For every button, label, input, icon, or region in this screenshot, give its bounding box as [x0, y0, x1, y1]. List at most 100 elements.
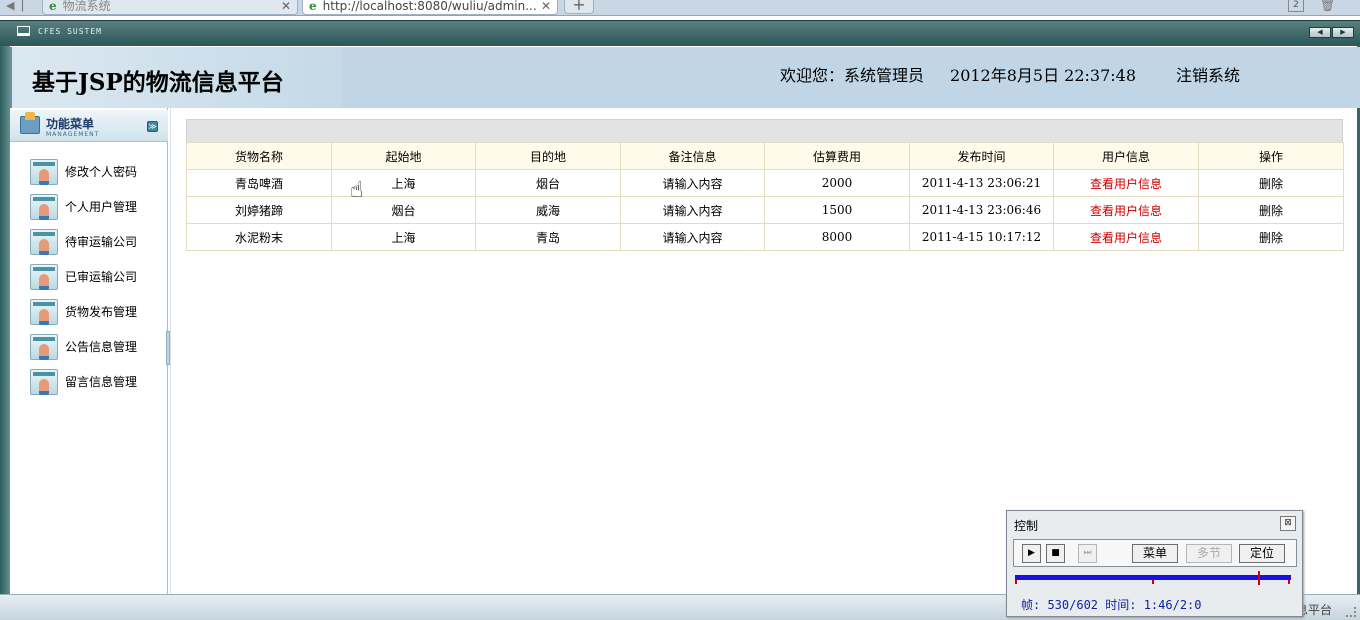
cell-action: 删除	[1198, 223, 1344, 251]
sidebar-item-cargo-posting[interactable]: 货物发布管理	[10, 294, 168, 329]
delete-link[interactable]: 删除	[1259, 231, 1283, 245]
sidebar-item-pending-companies[interactable]: 待审运输公司	[10, 224, 168, 259]
sidebar-item-label: 已审运输公司	[65, 270, 138, 284]
view-user-link[interactable]: 查看用户信息	[1090, 177, 1162, 191]
stop-icon[interactable]: ■	[1046, 544, 1065, 563]
cell-note: 请输入内容	[620, 223, 765, 251]
system-bar: CFES SUSTEM ◀ ▶	[0, 20, 1360, 46]
trash-icon[interactable]: 🗑	[1320, 0, 1335, 11]
progress-tick	[1288, 580, 1290, 584]
user-card-icon	[30, 263, 58, 290]
tab-count-badge[interactable]: 2	[1288, 0, 1304, 12]
system-brand: CFES SUSTEM	[38, 27, 102, 36]
cell-user: 查看用户信息	[1053, 196, 1199, 224]
cell-user: 查看用户信息	[1053, 169, 1199, 197]
menu-title: 功能菜单	[46, 117, 95, 131]
column-header: 操作	[1198, 142, 1344, 170]
cell-to: 烟台	[475, 169, 621, 197]
close-tab-icon[interactable]: ✕	[281, 0, 291, 12]
control-toolbar: ▶ ■ ⏭ 菜单 多节 定位	[1013, 539, 1297, 567]
control-title: 控制	[1014, 519, 1039, 533]
user-card-icon	[30, 158, 58, 185]
user-info: 欢迎您：系统管理员 2012年8月5日 22:37:48	[780, 62, 1162, 86]
browser-tab-2[interactable]: e http://localhost:8080/wuliu/admin... ✕	[302, 0, 558, 15]
browser-tab-label: 物流系统	[62, 0, 111, 13]
collapse-toggle-icon[interactable]: ≫	[147, 121, 158, 132]
resize-grip-icon[interactable]	[1346, 607, 1356, 617]
grid-caption-bar	[186, 119, 1343, 143]
ie-icon: e	[49, 0, 57, 13]
cell-from: 上海	[331, 223, 476, 251]
cell-name: 青岛啤酒	[186, 169, 332, 197]
column-header: 备注信息	[620, 142, 765, 170]
cell-time: 2011-4-13 23:06:46	[909, 196, 1054, 224]
playback-progress[interactable]	[1015, 571, 1291, 585]
cell-note: 请输入内容	[620, 196, 765, 224]
column-header: 发布时间	[909, 142, 1054, 170]
multi-section-button[interactable]: 多节	[1186, 544, 1232, 563]
locate-button[interactable]: 定位	[1239, 544, 1285, 563]
browser-tab-label: http://localhost:8080/wuliu/admin...	[322, 0, 537, 13]
cell-cost: 1500	[764, 196, 910, 224]
view-user-link[interactable]: 查看用户信息	[1090, 231, 1162, 245]
back-icon[interactable]: ◀▕	[6, 0, 28, 14]
cell-cost: 2000	[764, 169, 910, 197]
frame-time-info: 帧: 530/602 时间: 1:46/2:0	[1021, 598, 1202, 612]
ie-icon: e	[309, 0, 317, 13]
sidebar-item-label: 公告信息管理	[65, 340, 138, 354]
user-card-icon	[30, 193, 58, 220]
menu-button[interactable]: 菜单	[1132, 544, 1178, 563]
table-row: 水泥粉末 上海 青岛 请输入内容 8000 2011-4-15 10:17:12…	[186, 223, 1344, 251]
hand-cursor-icon: ☝	[350, 178, 364, 203]
cell-note: 请输入内容	[620, 169, 765, 197]
cell-action: 删除	[1198, 196, 1344, 224]
control-panel: 控制 ⊠ ▶ ■ ⏭ 菜单 多节 定位 帧: 530/602 时间: 1:46/…	[1006, 510, 1303, 617]
sidebar-item-personal-users[interactable]: 个人用户管理	[10, 189, 168, 224]
browser-tab-1[interactable]: e 物流系统 ✕	[42, 0, 298, 15]
sidebar-item-messages[interactable]: 留言信息管理	[10, 364, 168, 399]
delete-link[interactable]: 删除	[1259, 204, 1283, 218]
cell-time: 2011-4-15 10:17:12	[909, 223, 1054, 251]
sidebar-item-label: 个人用户管理	[65, 200, 138, 214]
sidebar-item-change-password[interactable]: 修改个人密码	[10, 154, 168, 189]
user-card-icon	[30, 333, 58, 360]
user-card-icon	[30, 228, 58, 255]
sidebar-item-approved-companies[interactable]: 已审运输公司	[10, 259, 168, 294]
user-card-icon	[30, 368, 58, 395]
menu-header: 功能菜单 MANAGEMENT ≫	[10, 110, 168, 142]
close-icon[interactable]: ⊠	[1280, 516, 1296, 531]
page-title: 基于JSP的物流信息平台	[32, 69, 284, 96]
view-user-link[interactable]: 查看用户信息	[1090, 204, 1162, 218]
skip-icon[interactable]: ⏭	[1078, 544, 1097, 563]
new-tab-button[interactable]: +	[564, 0, 594, 14]
close-tab-icon[interactable]: ✕	[541, 0, 551, 12]
table-header-row: 货物名称 起始地 目的地 备注信息 估算费用 发布时间 用户信息 操作	[186, 142, 1344, 170]
cell-name: 水泥粉末	[186, 223, 332, 251]
column-header: 用户信息	[1053, 142, 1199, 170]
cell-to: 青岛	[475, 223, 621, 251]
cell-user: 查看用户信息	[1053, 223, 1199, 251]
sidebar-item-label: 修改个人密码	[65, 165, 138, 179]
menu-subtitle: MANAGEMENT	[46, 131, 100, 138]
logout-link[interactable]: 注销系统	[1176, 62, 1240, 86]
menu-list: 修改个人密码 个人用户管理 待审运输公司 已审运输公司 货物发布管理 公告信息管…	[10, 154, 168, 399]
system-nav-arrows: ◀ ▶	[1308, 27, 1354, 38]
sidebar-item-label: 待审运输公司	[65, 235, 138, 249]
column-header: 起始地	[331, 142, 476, 170]
title-panel: 基于JSP的物流信息平台	[12, 47, 342, 108]
arrow-left-icon[interactable]: ◀	[1309, 27, 1331, 38]
cell-action: 删除	[1198, 169, 1344, 197]
delete-link[interactable]: 删除	[1259, 177, 1283, 191]
play-icon[interactable]: ▶	[1022, 544, 1041, 563]
progress-tick	[1015, 580, 1017, 584]
sidebar-item-label: 留言信息管理	[65, 375, 138, 389]
sidebar: 功能菜单 MANAGEMENT ≫ 修改个人密码 个人用户管理 待审运输公司 已…	[10, 108, 168, 594]
monitor-icon	[17, 26, 30, 36]
cell-time: 2011-4-13 23:06:21	[909, 169, 1054, 197]
sidebar-item-announcements[interactable]: 公告信息管理	[10, 329, 168, 364]
arrow-right-icon[interactable]: ▶	[1332, 27, 1354, 38]
progress-handle[interactable]	[1258, 571, 1260, 585]
browser-tab-strip: ◀▕ e 物流系统 ✕ e http://localhost:8080/wuliu/…	[0, 0, 1360, 16]
cell-to: 威海	[475, 196, 621, 224]
cell-cost: 8000	[764, 223, 910, 251]
